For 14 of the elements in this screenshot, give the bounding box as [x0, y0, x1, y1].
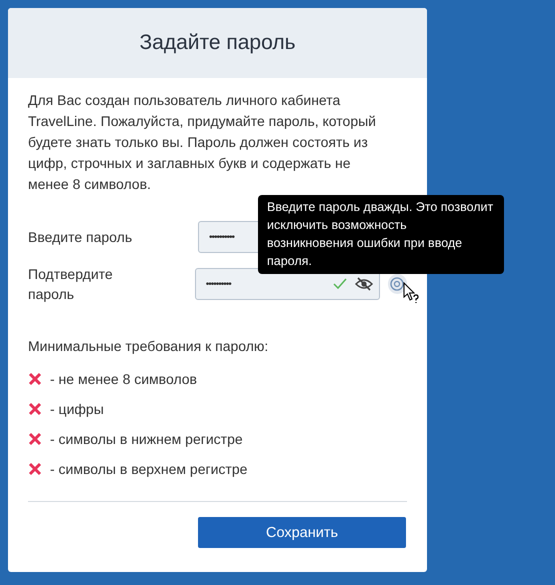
- save-button[interactable]: Сохранить: [198, 517, 406, 548]
- requirement-text: - символы в верхнем регистре: [50, 461, 248, 477]
- field-label: Подтвердите пароль: [28, 265, 114, 304]
- requirement-text: - цифры: [50, 401, 104, 417]
- eye-slash-icon[interactable]: [354, 277, 373, 291]
- field-label: Введите пароль: [28, 228, 134, 247]
- requirements-heading: Минимальные требования к паролю:: [28, 338, 270, 354]
- requirement-text: - не менее 8 символов: [50, 371, 197, 387]
- dialog-title: Задайте пароль: [139, 31, 296, 55]
- check-icon: [332, 278, 347, 290]
- tooltip: Введите пароль дважды. Это позволит исключить возможность возникновения ошибки при вводе пароля.: [258, 195, 504, 274]
- description-text: Для Вас создан пользователь личного кабинета TravelLine. Пожалуйста, придумайте пароль, который будете знать только вы. Пароль должен состоять из цифр, строчных и заглавных букв и содержать не менее 8 символов.: [28, 91, 377, 194]
- cursor-icon: [403, 282, 419, 306]
- requirement-text: - символы в нижнем регистре: [50, 431, 243, 447]
